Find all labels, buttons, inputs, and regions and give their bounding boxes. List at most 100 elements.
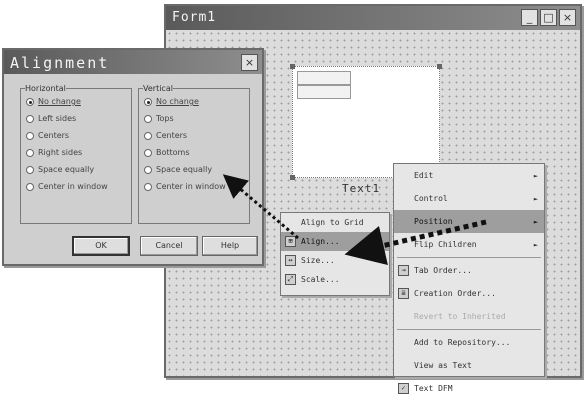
horizontal-radio-option[interactable]: Centers bbox=[21, 127, 131, 144]
minimize-button[interactable]: _ bbox=[521, 9, 538, 26]
menu-item[interactable]: Add to Repository... bbox=[394, 331, 544, 354]
radio-button-icon[interactable] bbox=[144, 131, 152, 140]
radio-button-icon[interactable] bbox=[26, 182, 34, 191]
menu-item-label: Size... bbox=[301, 256, 335, 265]
radio-label: Centers bbox=[38, 131, 70, 140]
radio-button-icon[interactable] bbox=[26, 148, 34, 157]
radio-label: Centers bbox=[156, 131, 188, 140]
menu-item[interactable]: Revert to Inherited bbox=[394, 305, 544, 328]
context-menu: Edit ► Control ► Position ► Flip Children ► ⇥ Tab… bbox=[393, 163, 545, 394]
menu-icon-slot bbox=[285, 217, 296, 228]
menu-item[interactable]: ≣ Creation Order... bbox=[394, 282, 544, 305]
tab-order-icon: ⇥ bbox=[398, 265, 409, 276]
menu-item-label: Flip Children bbox=[414, 240, 477, 249]
menu-icon-slot bbox=[398, 193, 409, 204]
horizontal-radio-option[interactable]: Space equally bbox=[21, 161, 131, 178]
submenu-arrow-icon: ► bbox=[533, 194, 538, 203]
close-icon[interactable]: × bbox=[241, 54, 258, 71]
radio-button-icon[interactable] bbox=[26, 114, 34, 123]
align-icon: ⊞ bbox=[285, 236, 296, 247]
horizontal-radio-option[interactable]: Left sides bbox=[21, 110, 131, 127]
position-submenu: Align to Grid ⊞ Align... ↔ Size... ⤢ Scale... bbox=[280, 212, 390, 296]
radio-button-icon[interactable] bbox=[144, 114, 152, 123]
alignment-dialog: Alignment × Horizontal No change Left sid… bbox=[2, 48, 264, 266]
menu-icon-slot bbox=[398, 311, 409, 322]
menu-item[interactable]: Edit ► bbox=[394, 164, 544, 187]
horizontal-radio-option[interactable]: Center in window bbox=[21, 178, 131, 195]
radio-label: Left sides bbox=[38, 114, 77, 123]
vertical-radio-option[interactable]: Tops bbox=[139, 110, 249, 127]
menu-item[interactable]: Align to Grid bbox=[281, 213, 389, 232]
vertical-radio-option[interactable]: Centers bbox=[139, 127, 249, 144]
menu-icon-slot bbox=[398, 360, 409, 371]
alignment-titlebar[interactable]: Alignment bbox=[4, 50, 262, 74]
help-button[interactable]: Help bbox=[202, 236, 258, 256]
radio-label: No change bbox=[38, 97, 81, 106]
menu-item[interactable]: ⊞ Align... bbox=[281, 232, 389, 251]
radio-button-icon[interactable] bbox=[26, 97, 34, 106]
menu-item-label: Align to Grid bbox=[301, 218, 364, 227]
radio-button-icon[interactable] bbox=[144, 97, 152, 106]
menu-item-label: Control bbox=[414, 194, 448, 203]
menu-item[interactable]: Flip Children ► bbox=[394, 233, 544, 256]
horizontal-radio-option[interactable]: Right sides bbox=[21, 144, 131, 161]
menu-item[interactable]: Position ► bbox=[394, 210, 544, 233]
menu-separator bbox=[397, 257, 541, 258]
menu-separator bbox=[397, 329, 541, 330]
radio-label: Right sides bbox=[38, 148, 83, 157]
memo-component[interactable] bbox=[290, 64, 442, 180]
menu-item[interactable]: ↔ Size... bbox=[281, 251, 389, 270]
text-label[interactable]: Text1 bbox=[342, 182, 380, 195]
check-icon: ✓ bbox=[398, 383, 409, 394]
grid-cell bbox=[297, 85, 351, 99]
radio-button-icon[interactable] bbox=[144, 182, 152, 191]
menu-icon-slot bbox=[398, 170, 409, 181]
vertical-radio-option[interactable]: No change bbox=[139, 93, 249, 110]
radio-button-icon[interactable] bbox=[26, 131, 34, 140]
ok-button[interactable]: OK bbox=[72, 236, 130, 256]
menu-item[interactable]: Control ► bbox=[394, 187, 544, 210]
horizontal-legend: Horizontal bbox=[25, 84, 66, 93]
menu-item-label: View as Text bbox=[414, 361, 472, 370]
close-button[interactable]: × bbox=[559, 9, 576, 26]
submenu-arrow-icon: ► bbox=[533, 240, 538, 249]
radio-button-icon[interactable] bbox=[144, 148, 152, 157]
vertical-radio-option[interactable]: Space equally bbox=[139, 161, 249, 178]
menu-item[interactable]: View as Text bbox=[394, 354, 544, 377]
menu-item-label: Creation Order... bbox=[414, 289, 496, 298]
radio-label: Tops bbox=[156, 114, 174, 123]
menu-item-label: Text DFM bbox=[414, 384, 453, 393]
submenu-arrow-icon: ► bbox=[533, 171, 538, 180]
menu-icon-slot bbox=[398, 216, 409, 227]
radio-button-icon[interactable] bbox=[144, 165, 152, 174]
vertical-radio-option[interactable]: Center in window bbox=[139, 178, 249, 195]
resize-handle[interactable] bbox=[437, 64, 442, 69]
scale-icon: ⤢ bbox=[285, 274, 296, 285]
menu-item-label: Revert to Inherited bbox=[414, 312, 506, 321]
alignment-title: Alignment bbox=[10, 54, 110, 72]
menu-item[interactable]: ✓ Text DFM bbox=[394, 377, 544, 400]
menu-item[interactable]: ⇥ Tab Order... bbox=[394, 259, 544, 282]
menu-icon-slot bbox=[398, 239, 409, 250]
vertical-group: Vertical No change Tops Centers Bottoms Spac… bbox=[138, 84, 250, 224]
submenu-arrow-icon: ► bbox=[533, 217, 538, 226]
maximize-button[interactable]: □ bbox=[540, 9, 557, 26]
resize-handle[interactable] bbox=[290, 175, 295, 180]
resize-handle[interactable] bbox=[290, 64, 295, 69]
vertical-radio-option[interactable]: Bottoms bbox=[139, 144, 249, 161]
cancel-button[interactable]: Cancel bbox=[140, 236, 198, 256]
creation-order-icon: ≣ bbox=[398, 288, 409, 299]
radio-label: Center in window bbox=[156, 182, 226, 191]
vertical-legend: Vertical bbox=[143, 84, 173, 93]
horizontal-radio-option[interactable]: No change bbox=[21, 93, 131, 110]
form1-titlebar[interactable]: Form1 bbox=[166, 6, 580, 30]
radio-label: Center in window bbox=[38, 182, 108, 191]
size-icon: ↔ bbox=[285, 255, 296, 266]
menu-item[interactable]: ⤢ Scale... bbox=[281, 270, 389, 289]
horizontal-group: Horizontal No change Left sides Centers Rig… bbox=[20, 84, 132, 224]
menu-item-label: Edit bbox=[414, 171, 434, 180]
radio-label: Space equally bbox=[38, 165, 95, 174]
menu-item-label: Add to Repository... bbox=[414, 338, 511, 347]
radio-button-icon[interactable] bbox=[26, 165, 34, 174]
menu-icon-slot bbox=[398, 337, 409, 348]
